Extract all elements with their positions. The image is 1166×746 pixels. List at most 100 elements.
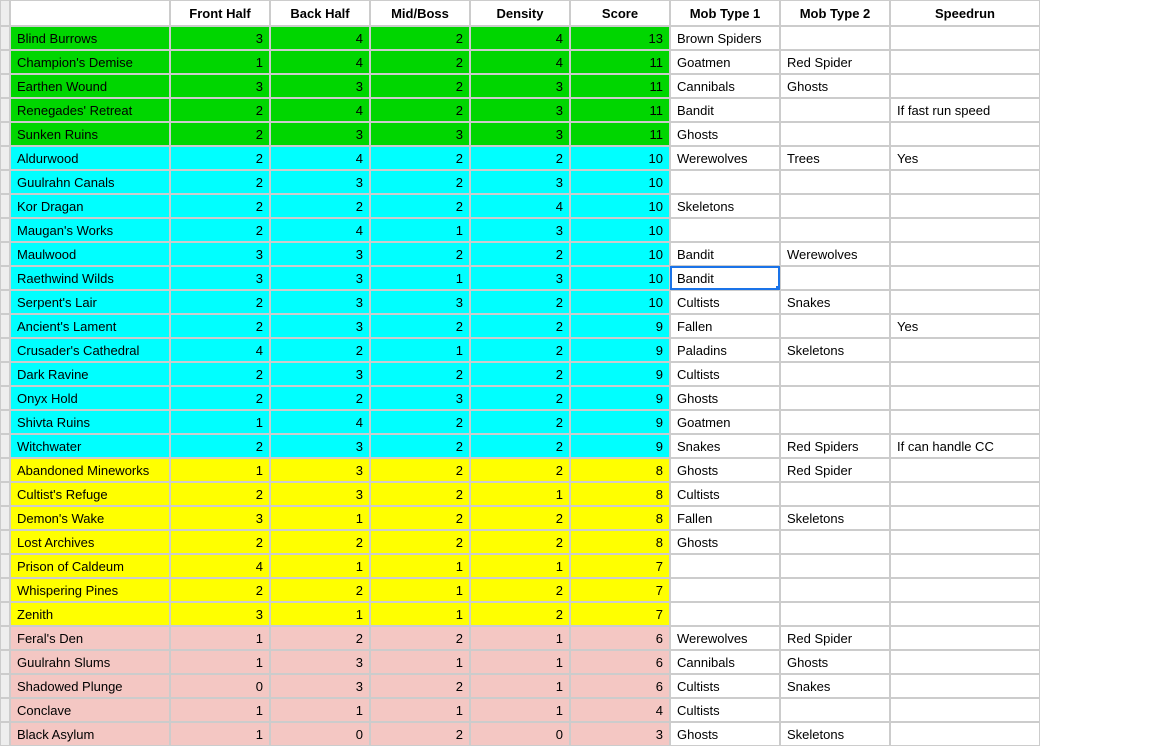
cell-mob1[interactable]: Cultists [670, 482, 780, 506]
cell-mob1[interactable]: Fallen [670, 314, 780, 338]
row-header[interactable] [0, 722, 10, 746]
cell-mob1[interactable]: Bandit [670, 242, 780, 266]
dungeon-name[interactable]: Conclave [10, 698, 170, 722]
cell-density[interactable]: 2 [470, 146, 570, 170]
dungeon-name[interactable]: Witchwater [10, 434, 170, 458]
cell-back[interactable]: 4 [270, 410, 370, 434]
cell-score[interactable]: 8 [570, 458, 670, 482]
cell-front[interactable]: 2 [170, 122, 270, 146]
cell-mob2[interactable]: Ghosts [780, 650, 890, 674]
cell-front[interactable]: 3 [170, 266, 270, 290]
cell-density[interactable]: 2 [470, 458, 570, 482]
cell-front[interactable]: 4 [170, 554, 270, 578]
cell-score[interactable]: 3 [570, 722, 670, 746]
cell-density[interactable]: 2 [470, 290, 570, 314]
cell-mid[interactable]: 1 [370, 602, 470, 626]
cell-speed[interactable] [890, 722, 1040, 746]
dungeon-name[interactable]: Onyx Hold [10, 386, 170, 410]
cell-back[interactable]: 4 [270, 98, 370, 122]
cell-front[interactable]: 2 [170, 170, 270, 194]
cell-mob1[interactable]: Werewolves [670, 146, 780, 170]
col-header-mob-type-1[interactable]: Mob Type 1 [670, 0, 780, 26]
cell-back[interactable]: 3 [270, 74, 370, 98]
cell-mid[interactable]: 2 [370, 98, 470, 122]
cell-back[interactable]: 2 [270, 530, 370, 554]
cell-mid[interactable]: 2 [370, 170, 470, 194]
dungeon-name[interactable]: Lost Archives [10, 530, 170, 554]
cell-mid[interactable]: 2 [370, 434, 470, 458]
cell-front[interactable]: 2 [170, 218, 270, 242]
col-header-back-half[interactable]: Back Half [270, 0, 370, 26]
cell-density[interactable]: 3 [470, 98, 570, 122]
cell-front[interactable]: 2 [170, 146, 270, 170]
cell-density[interactable]: 2 [470, 410, 570, 434]
row-header[interactable] [0, 602, 10, 626]
cell-mob2[interactable]: Skeletons [780, 506, 890, 530]
row-header[interactable] [0, 338, 10, 362]
cell-density[interactable]: 2 [470, 434, 570, 458]
cell-mob1[interactable] [670, 602, 780, 626]
cell-density[interactable]: 4 [470, 50, 570, 74]
cell-mob1[interactable]: Ghosts [670, 722, 780, 746]
cell-speed[interactable] [890, 242, 1040, 266]
cell-back[interactable]: 2 [270, 338, 370, 362]
dungeon-name[interactable]: Raethwind Wilds [10, 266, 170, 290]
cell-mob1[interactable]: Werewolves [670, 626, 780, 650]
cell-mob1[interactable]: Bandit [670, 98, 780, 122]
cell-density[interactable]: 2 [470, 314, 570, 338]
row-header[interactable] [0, 170, 10, 194]
col-header-name[interactable] [10, 0, 170, 26]
cell-score[interactable]: 10 [570, 290, 670, 314]
cell-density[interactable]: 3 [470, 218, 570, 242]
cell-density[interactable]: 2 [470, 578, 570, 602]
cell-density[interactable]: 1 [470, 482, 570, 506]
cell-front[interactable]: 3 [170, 506, 270, 530]
cell-back[interactable]: 4 [270, 218, 370, 242]
cell-speed[interactable] [890, 626, 1040, 650]
cell-speed[interactable] [890, 554, 1040, 578]
row-header[interactable] [0, 266, 10, 290]
cell-score[interactable]: 10 [570, 266, 670, 290]
cell-mob2[interactable]: Red Spider [780, 50, 890, 74]
dungeon-name[interactable]: Guulrahn Canals [10, 170, 170, 194]
cell-speed[interactable]: Yes [890, 314, 1040, 338]
cell-mob2[interactable] [780, 602, 890, 626]
row-header[interactable] [0, 506, 10, 530]
cell-mob2[interactable]: Snakes [780, 674, 890, 698]
col-header-mid-boss[interactable]: Mid/Boss [370, 0, 470, 26]
cell-mid[interactable]: 2 [370, 146, 470, 170]
cell-speed[interactable] [890, 338, 1040, 362]
row-header[interactable] [0, 242, 10, 266]
cell-mid[interactable]: 3 [370, 290, 470, 314]
cell-front[interactable]: 3 [170, 74, 270, 98]
cell-density[interactable]: 2 [470, 242, 570, 266]
cell-mid[interactable]: 2 [370, 362, 470, 386]
cell-mob2[interactable] [780, 194, 890, 218]
cell-speed[interactable] [890, 698, 1040, 722]
dungeon-name[interactable]: Maugan's Works [10, 218, 170, 242]
cell-density[interactable]: 2 [470, 338, 570, 362]
cell-front[interactable]: 0 [170, 674, 270, 698]
col-header-density[interactable]: Density [470, 0, 570, 26]
dungeon-name[interactable]: Whispering Pines [10, 578, 170, 602]
cell-back[interactable]: 3 [270, 458, 370, 482]
spreadsheet-grid[interactable]: Front HalfBack HalfMid/BossDensityScoreM… [0, 0, 1166, 746]
cell-back[interactable]: 3 [270, 650, 370, 674]
row-header[interactable] [0, 98, 10, 122]
cell-mob1[interactable]: Ghosts [670, 530, 780, 554]
cell-mob1[interactable]: Goatmen [670, 50, 780, 74]
cell-score[interactable]: 10 [570, 218, 670, 242]
cell-mob1[interactable]: Ghosts [670, 386, 780, 410]
dungeon-name[interactable]: Blind Burrows [10, 26, 170, 50]
cell-mob2[interactable] [780, 698, 890, 722]
cell-back[interactable]: 3 [270, 242, 370, 266]
cell-mob2[interactable] [780, 554, 890, 578]
cell-back[interactable]: 3 [270, 170, 370, 194]
cell-density[interactable]: 2 [470, 362, 570, 386]
cell-mid[interactable]: 1 [370, 578, 470, 602]
cell-speed[interactable]: If can handle CC [890, 434, 1040, 458]
dungeon-name[interactable]: Aldurwood [10, 146, 170, 170]
cell-mob1[interactable]: Ghosts [670, 458, 780, 482]
cell-speed[interactable] [890, 650, 1040, 674]
cell-back[interactable]: 2 [270, 194, 370, 218]
